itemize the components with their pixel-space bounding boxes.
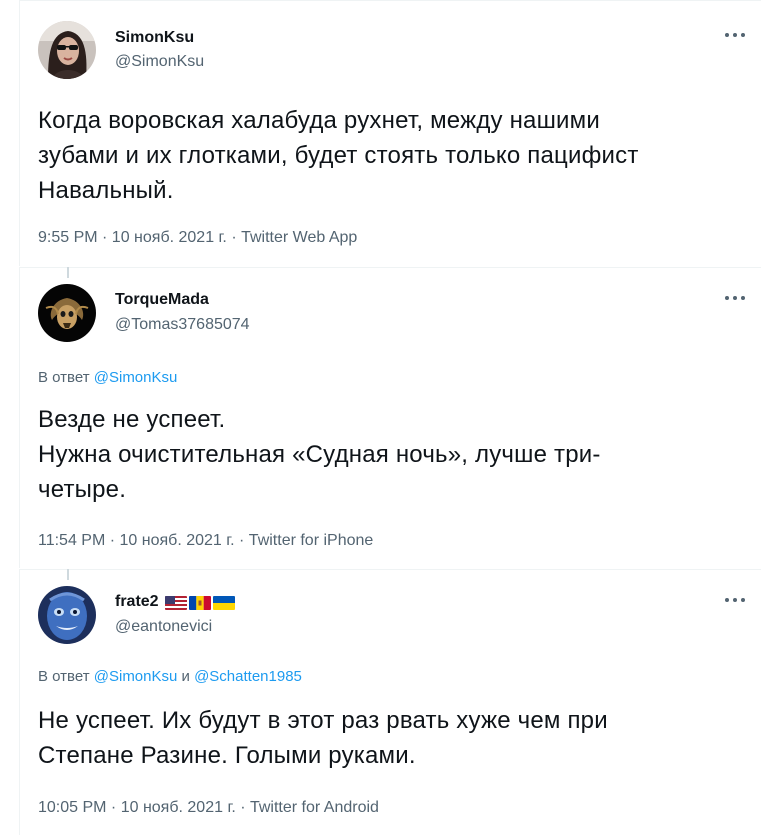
reply-prefix: В ответ (38, 369, 90, 386)
reply-prefix: В ответ (38, 668, 90, 685)
reply-to-link-2[interactable]: @Schatten1985 (194, 668, 302, 685)
more-options-icon[interactable] (723, 291, 747, 305)
divider (19, 0, 761, 1)
flag-emojis (164, 593, 237, 613)
thread-connector (67, 569, 69, 580)
user-handle[interactable]: @eantonevici (115, 617, 212, 637)
reply-context: В ответ @SimonKsu и @Schatten1985 (38, 667, 302, 687)
divider (19, 569, 20, 835)
tweet-timestamp[interactable]: 9:55 PM · 10 нояб. 2021 г. · Twitter Web… (38, 228, 357, 248)
avatar[interactable] (38, 21, 96, 79)
display-name[interactable]: SimonKsu (115, 28, 194, 48)
user-handle[interactable]: @Tomas37685074 (115, 315, 250, 335)
more-options-icon[interactable] (723, 28, 747, 42)
display-name[interactable]: frate2 (115, 592, 237, 613)
us-flag-icon (164, 595, 187, 610)
reply-and: и (181, 668, 190, 685)
tweet-timestamp[interactable]: 10:05 PM · 10 нояб. 2021 г. · Twitter fo… (38, 798, 379, 818)
reply-context: В ответ @SimonKsu (38, 368, 177, 388)
display-name-text: frate2 (115, 593, 159, 610)
tweet-timestamp[interactable]: 11:54 PM · 10 нояб. 2021 г. · Twitter fo… (38, 531, 373, 551)
divider (19, 0, 20, 266)
more-options-icon[interactable] (723, 593, 747, 607)
moldova-flag-icon (188, 595, 211, 610)
display-name[interactable]: TorqueMada (115, 290, 209, 310)
avatar[interactable] (38, 284, 96, 342)
avatar[interactable] (38, 586, 96, 644)
tweet-simonksu[interactable]: SimonKsu @SimonKsu Когда воровская халаб… (19, 0, 761, 266)
user-handle[interactable]: @SimonKsu (115, 52, 204, 72)
divider (19, 569, 761, 570)
divider (19, 267, 761, 268)
tweet-text: Везде не успеет. Нужна очистительная «Су… (38, 406, 601, 503)
tweet-text: Когда воровская халабуда рухнет, между н… (38, 107, 639, 204)
divider (19, 267, 20, 568)
tweet-frate2[interactable]: frate2 @eantonevici В ответ @SimonKsu и … (19, 569, 761, 835)
reply-to-link[interactable]: @SimonKsu (94, 668, 178, 685)
tweet-torquemada[interactable]: TorqueMada @Tomas37685074 В ответ @Simon… (19, 267, 761, 568)
tweet-text: Не успеет. Их будут в этот раз рвать хуж… (38, 707, 608, 769)
reply-to-link[interactable]: @SimonKsu (94, 369, 178, 386)
thread-connector (67, 267, 69, 278)
ukraine-flag-icon (212, 595, 235, 610)
